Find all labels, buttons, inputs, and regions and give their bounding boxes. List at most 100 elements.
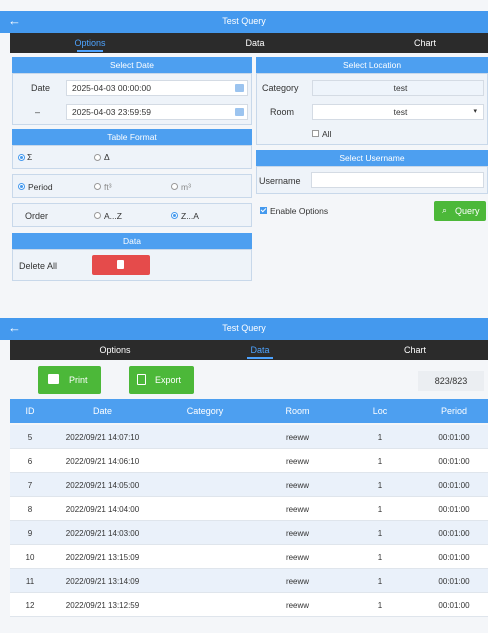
col-room[interactable]: Room: [255, 406, 340, 416]
cell-date: 2022/09/21 14:03:00: [65, 529, 140, 538]
active-tab-indicator: [77, 50, 103, 52]
start-date-field[interactable]: 2025-04-03 00:00:00: [66, 80, 248, 96]
col-category[interactable]: Category: [155, 406, 255, 416]
tab-chart[interactable]: Chart: [385, 345, 445, 355]
tab-data[interactable]: Data: [225, 38, 285, 48]
tab-chart[interactable]: Chart: [395, 38, 455, 48]
table-row[interactable]: 12 2022/09/21 13:12:59 reeww 1 00:01:00: [10, 593, 488, 617]
ft3-radio[interactable]: [94, 183, 101, 190]
table-row[interactable]: 7 2022/09/21 14:05:00 reeww 1 00:01:00: [10, 473, 488, 497]
cell-id: 11: [25, 577, 35, 586]
az-radio[interactable]: [94, 212, 101, 219]
top-tab-bar: Options Data Chart: [10, 33, 488, 53]
query-button[interactable]: ⌕ Query: [434, 201, 486, 221]
period-radio[interactable]: [18, 183, 25, 190]
m3-label: m³: [181, 182, 191, 192]
calendar-icon[interactable]: [235, 84, 244, 92]
data-section-header: Data: [12, 233, 252, 249]
print-button[interactable]: Print: [38, 366, 101, 394]
all-label: All: [322, 129, 332, 139]
table-row[interactable]: 5 2022/09/21 14:07:10 reeww 1 00:01:00: [10, 425, 488, 449]
col-period[interactable]: Period: [420, 406, 488, 416]
cell-room: reeww: [285, 553, 310, 562]
bottom-app-bar: ← Test Query: [0, 318, 488, 340]
cell-id: 7: [27, 481, 33, 490]
enable-options-checkbox[interactable]: [260, 207, 267, 214]
date-label: Date: [31, 83, 51, 93]
top-page-title: Test Query: [222, 16, 266, 26]
cell-id: 10: [25, 553, 35, 562]
all-checkbox[interactable]: [312, 130, 319, 137]
col-id[interactable]: ID: [10, 406, 50, 416]
cell-loc: 1: [377, 457, 383, 466]
tab-options[interactable]: Options: [60, 38, 120, 48]
table-row[interactable]: 9 2022/09/21 14:03:00 reeww 1 00:01:00: [10, 521, 488, 545]
end-date-value: 2025-04-03 23:59:59: [72, 107, 151, 117]
cell-date: 2022/09/21 14:04:00: [65, 505, 140, 514]
cell-period: 00:01:00: [438, 577, 470, 586]
username-label: Username: [259, 176, 301, 186]
category-field[interactable]: test: [312, 80, 484, 96]
range-dash-label: –: [35, 107, 41, 117]
delete-all-button[interactable]: [92, 255, 150, 275]
username-input[interactable]: [311, 172, 484, 188]
room-select[interactable]: test ▾: [312, 104, 484, 120]
pdf-icon: [137, 374, 146, 385]
cell-id: 12: [25, 601, 35, 610]
cell-loc: 1: [377, 601, 383, 610]
table-row[interactable]: 10 2022/09/21 13:15:09 reeww 1 00:01:00: [10, 545, 488, 569]
cell-loc: 1: [377, 433, 383, 442]
cell-period: 00:01:00: [438, 529, 470, 538]
cell-date: 2022/09/21 13:12:59: [65, 601, 140, 610]
m3-radio[interactable]: [171, 183, 178, 190]
table-row[interactable]: 8 2022/09/21 14:04:00 reeww 1 00:01:00: [10, 497, 488, 521]
calendar-icon[interactable]: [235, 108, 244, 116]
delta-radio[interactable]: [94, 154, 101, 161]
select-username-header: Select Username: [256, 150, 488, 166]
cell-room: reeww: [285, 529, 310, 538]
export-button[interactable]: Export: [129, 366, 194, 394]
sum-delta-row: [12, 145, 252, 169]
az-label: A...Z: [104, 211, 122, 221]
ft3-label: ft³: [104, 182, 112, 192]
export-button-label: Export: [155, 375, 182, 385]
cell-date: 2022/09/21 14:06:10: [65, 457, 140, 466]
cell-date: 2022/09/21 14:07:10: [65, 433, 140, 442]
category-label: Category: [262, 83, 299, 93]
tab-data[interactable]: Data: [230, 345, 290, 355]
sum-radio[interactable]: [18, 154, 25, 161]
cell-period: 00:01:00: [438, 553, 470, 562]
za-radio[interactable]: [171, 212, 178, 219]
cell-id: 6: [27, 457, 33, 466]
select-location-header: Select Location: [256, 57, 488, 73]
cell-period: 00:01:00: [438, 481, 470, 490]
cell-loc: 1: [377, 529, 383, 538]
end-date-field[interactable]: 2025-04-03 23:59:59: [66, 104, 248, 120]
order-label: Order: [25, 211, 49, 221]
cell-room: reeww: [285, 457, 310, 466]
period-label: Period: [28, 182, 53, 192]
delete-all-label: Delete All: [19, 261, 58, 271]
table-row[interactable]: 11 2022/09/21 13:14:09 reeww 1 00:01:00: [10, 569, 488, 593]
delta-label: Δ: [104, 152, 110, 162]
tab-options[interactable]: Options: [85, 345, 145, 355]
record-count: 823/823: [418, 371, 484, 391]
sum-label: Σ: [27, 152, 33, 162]
za-label: Z...A: [181, 211, 199, 221]
bottom-page-title: Test Query: [222, 323, 266, 333]
cell-period: 00:01:00: [438, 433, 470, 442]
cell-room: reeww: [285, 577, 310, 586]
cell-date: 2022/09/21 13:15:09: [65, 553, 140, 562]
bottom-tab-bar: Options Data Chart: [10, 340, 488, 360]
col-date[interactable]: Date: [50, 406, 155, 416]
cell-loc: 1: [377, 553, 383, 562]
cell-room: reeww: [285, 601, 310, 610]
top-app-bar: ← Test Query: [0, 11, 488, 33]
table-row[interactable]: 6 2022/09/21 14:06:10 reeww 1 00:01:00: [10, 449, 488, 473]
cell-date: 2022/09/21 13:14:09: [65, 577, 140, 586]
room-select-value: test: [393, 107, 408, 117]
cell-period: 00:01:00: [438, 505, 470, 514]
enable-options-label: Enable Options: [270, 206, 329, 216]
cell-period: 00:01:00: [438, 601, 470, 610]
col-loc[interactable]: Loc: [340, 406, 420, 416]
